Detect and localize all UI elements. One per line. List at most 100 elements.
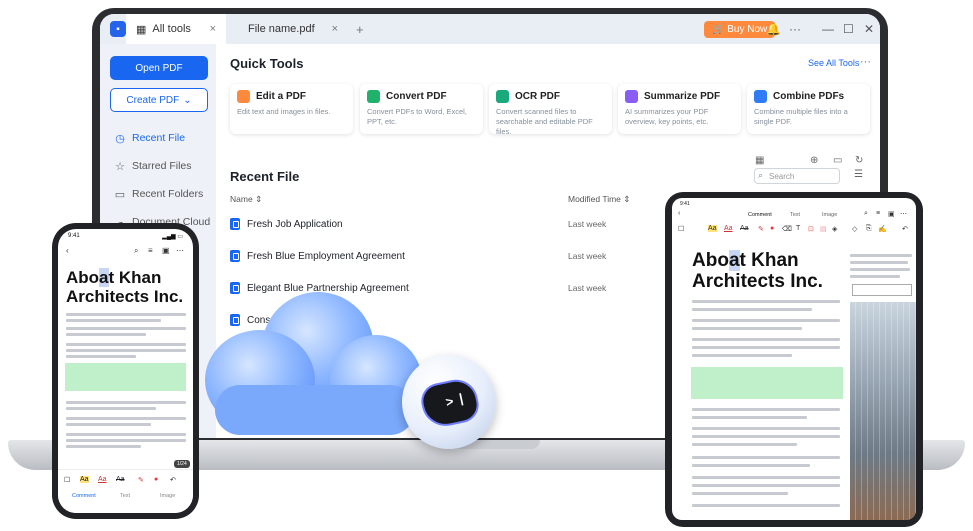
tool-card-edit-pdf[interactable]: Edit a PDF Edit text and images in files… bbox=[230, 84, 353, 134]
text-line bbox=[66, 319, 161, 322]
column-modified-time[interactable]: Modified Time ⇕ bbox=[568, 194, 630, 205]
file-name: Elegant Blue Partnership Agreement bbox=[247, 282, 409, 294]
minimize-button[interactable]: — bbox=[822, 22, 834, 36]
tool-card-combine-pdfs[interactable]: Combine PDFs Combine multiple files into… bbox=[747, 84, 870, 134]
modified-time: Last week bbox=[568, 251, 607, 261]
text-line bbox=[692, 464, 810, 467]
select-icon[interactable]: ☐ bbox=[678, 225, 684, 233]
grid-view-icon[interactable]: ▦ bbox=[755, 155, 764, 166]
tool-name: OCR PDF bbox=[515, 91, 560, 102]
tool-card-ocr-pdf[interactable]: OCR PDF Convert scanned files to searcha… bbox=[489, 84, 612, 136]
back-icon[interactable]: ‹ bbox=[678, 210, 680, 217]
tab-text[interactable]: Text bbox=[120, 493, 130, 499]
bot-face: > | bbox=[418, 375, 482, 431]
text-line bbox=[692, 354, 792, 357]
tab-comment[interactable]: Comment bbox=[72, 493, 96, 499]
sidebar-item-starred-files[interactable]: ☆ Starred Files bbox=[114, 152, 216, 180]
sidebar-item-label: Starred Files bbox=[132, 160, 192, 172]
highlighted-text bbox=[65, 363, 186, 391]
open-pdf-button[interactable]: Open PDF bbox=[110, 56, 208, 80]
list-view-icon[interactable]: ☰ bbox=[854, 169, 863, 180]
search-icon[interactable]: ⌕ bbox=[864, 210, 868, 218]
refresh-icon[interactable]: ↻ bbox=[855, 155, 863, 166]
new-tab-button[interactable]: + bbox=[356, 22, 364, 37]
text-line bbox=[66, 407, 156, 410]
page-icon[interactable]: ▣ bbox=[162, 246, 170, 255]
close-window-button[interactable]: ✕ bbox=[864, 22, 874, 36]
tab-image[interactable]: Image bbox=[160, 493, 175, 499]
heading-text: Abo bbox=[692, 250, 729, 271]
select-icon[interactable]: ☐ bbox=[64, 476, 70, 484]
sidebar-item-recent-folders[interactable]: ▭ Recent Folders bbox=[114, 180, 216, 208]
tab-image[interactable]: Image bbox=[822, 212, 837, 218]
upload-icon[interactable]: ⊕ bbox=[810, 155, 818, 166]
text-line bbox=[692, 300, 840, 303]
signature-icon[interactable]: ✍ bbox=[878, 225, 887, 233]
heading-selection: a bbox=[728, 250, 740, 271]
tab-file-label: File name.pdf bbox=[248, 23, 315, 35]
heading-selection: a bbox=[99, 268, 109, 287]
text-line bbox=[692, 492, 788, 495]
edit-icon bbox=[237, 90, 250, 103]
more-icon[interactable]: ··· bbox=[860, 56, 871, 68]
create-pdf-label: Create PDF bbox=[126, 94, 180, 106]
recent-file-title: Recent File bbox=[230, 169, 300, 184]
tool-card-summarize-pdf[interactable]: Summarize PDF AI summarizes your PDF ove… bbox=[618, 84, 741, 134]
eraser-icon[interactable]: ⌫ bbox=[782, 225, 792, 233]
strikethrough-tool[interactable]: Aa bbox=[116, 476, 125, 483]
cloud-illustration bbox=[215, 385, 415, 435]
maximize-button[interactable]: ☐ bbox=[843, 22, 854, 36]
close-tab-icon[interactable]: × bbox=[332, 23, 338, 35]
highlight-tool[interactable]: Aa bbox=[708, 225, 717, 232]
text-line bbox=[850, 254, 912, 257]
attach-icon[interactable]: ⎘ bbox=[866, 225, 872, 233]
note-icon[interactable]: ▤ bbox=[820, 225, 827, 233]
color-icon[interactable]: ● bbox=[154, 476, 158, 483]
sort-icon: ⇕ bbox=[255, 194, 263, 204]
shape-icon[interactable]: ◇ bbox=[852, 225, 857, 233]
see-all-tools-link[interactable]: See All Tools bbox=[808, 58, 859, 68]
text-tool-icon[interactable]: T bbox=[796, 225, 800, 232]
close-tab-icon[interactable]: × bbox=[210, 23, 216, 35]
color-icon[interactable]: ● bbox=[770, 225, 774, 232]
column-name[interactable]: Name ⇕ bbox=[230, 194, 262, 205]
pen-icon[interactable]: ✎ bbox=[138, 476, 144, 484]
more-icon[interactable]: ⋯ bbox=[900, 210, 907, 218]
tab-file[interactable]: File name.pdf × bbox=[238, 14, 348, 44]
highlighted-text bbox=[691, 367, 843, 399]
text-line bbox=[692, 338, 840, 341]
tool-name: Summarize PDF bbox=[644, 91, 721, 102]
grid-icon: ▦ bbox=[136, 23, 147, 36]
tab-all-tools[interactable]: ▦ All tools × bbox=[126, 14, 226, 44]
stamp-icon[interactable]: ◈ bbox=[832, 225, 837, 233]
search-icon[interactable]: ⌕ bbox=[134, 246, 138, 256]
tool-desc: Combine multiple files into a single PDF… bbox=[754, 107, 848, 127]
page-icon[interactable]: ▣ bbox=[888, 210, 895, 218]
menu-icon[interactable]: ≡ bbox=[876, 210, 880, 217]
back-icon[interactable]: ‹ bbox=[66, 246, 69, 255]
sidebar-item-recent-file[interactable]: ◷ Recent File bbox=[114, 124, 216, 152]
undo-icon[interactable]: ↶ bbox=[902, 225, 908, 233]
textbox-icon[interactable]: ⊡ bbox=[808, 225, 814, 233]
create-pdf-button[interactable]: Create PDF ⌄ bbox=[110, 88, 208, 112]
highlight-tool[interactable]: Aa bbox=[80, 476, 89, 483]
tool-card-convert-pdf[interactable]: Convert PDF Convert PDFs to Word, Excel,… bbox=[360, 84, 483, 134]
underline-tool[interactable]: Aa bbox=[724, 225, 733, 232]
folder-icon[interactable]: ▭ bbox=[833, 155, 842, 166]
buy-now-button[interactable]: 🛒 Buy Now bbox=[704, 21, 776, 38]
undo-icon[interactable]: ↶ bbox=[170, 476, 176, 484]
pen-icon[interactable]: ✎ bbox=[758, 225, 764, 233]
underline-tool[interactable]: Aa bbox=[98, 476, 107, 483]
strikethrough-tool[interactable]: Aa bbox=[740, 225, 749, 232]
tool-name: Edit a PDF bbox=[256, 91, 307, 102]
bell-icon[interactable]: 🔔 bbox=[766, 22, 781, 36]
modified-time: Last week bbox=[568, 283, 607, 293]
more-icon[interactable]: ··· bbox=[789, 22, 801, 36]
tab-text[interactable]: Text bbox=[790, 212, 800, 218]
document-heading: Aboat Khan Architects Inc. bbox=[66, 268, 183, 306]
search-placeholder: Search bbox=[769, 171, 795, 181]
menu-icon[interactable]: ≡ bbox=[148, 246, 153, 255]
tab-comment[interactable]: Comment bbox=[748, 212, 772, 218]
search-input[interactable]: ⌕ Search bbox=[754, 168, 840, 184]
more-icon[interactable]: ⋯ bbox=[176, 246, 184, 255]
